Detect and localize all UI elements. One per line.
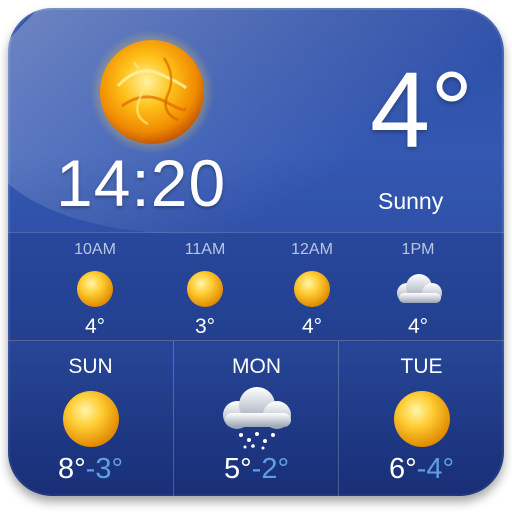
sun-icon — [77, 271, 113, 307]
hour-temperature: 4° — [301, 315, 323, 338]
daily-item: MON 5°-2° — [173, 341, 339, 496]
current-temperature: 4° — [370, 49, 474, 170]
daily-item: SUN 8°-3° — [8, 341, 173, 496]
sun-icon — [393, 391, 450, 447]
cloud-icon — [397, 274, 442, 303]
sun-icon — [90, 30, 214, 154]
hour-label: 11AM — [184, 241, 226, 258]
high-temperature: 8° — [57, 453, 86, 485]
day-temperature-range: 6°-4° — [339, 453, 504, 486]
hourly-item: 10AM 4° — [40, 233, 150, 341]
current-time: 14:20 — [56, 146, 227, 220]
snow-cloud-icon — [222, 387, 291, 450]
day-temperature-range: 5°-2° — [174, 453, 339, 486]
hour-label: 1PM — [401, 241, 435, 258]
day-name: SUN — [68, 355, 113, 378]
day-name: MON — [232, 355, 281, 378]
day-name: TUE — [400, 355, 443, 378]
low-temperature: -3° — [85, 453, 124, 485]
low-temperature: -4° — [416, 453, 455, 485]
hourly-item: 1PM 4° — [363, 233, 473, 341]
low-temperature: -2° — [251, 453, 290, 485]
hourly-forecast: 10AM 4° 11AM 3° 12AM 4° 1PM 4° — [8, 232, 504, 341]
sun-icon — [187, 271, 223, 307]
hour-temperature: 3° — [194, 315, 216, 338]
hour-label: 10AM — [74, 241, 116, 258]
day-temperature-range: 8°-3° — [8, 453, 173, 486]
daily-item: TUE 6°-4° — [338, 341, 504, 496]
high-temperature: 5° — [223, 453, 252, 485]
sun-icon — [294, 271, 330, 307]
high-temperature: 6° — [388, 453, 417, 485]
hourly-item: 11AM 3° — [150, 233, 260, 341]
weather-widget[interactable]: 14:20 4° Sunny 10AM 4° 11AM 3° 12AM 4° 1… — [8, 8, 504, 496]
hour-temperature: 4° — [407, 315, 429, 338]
sun-icon — [62, 391, 119, 447]
hourly-item: 12AM 4° — [257, 233, 367, 341]
daily-forecast: SUN 8°-3° MON 5°-2° TUE 6°-4° — [8, 340, 504, 496]
hour-label: 12AM — [291, 241, 333, 258]
hour-temperature: 4° — [84, 315, 106, 338]
current-condition: Sunny — [378, 188, 444, 214]
